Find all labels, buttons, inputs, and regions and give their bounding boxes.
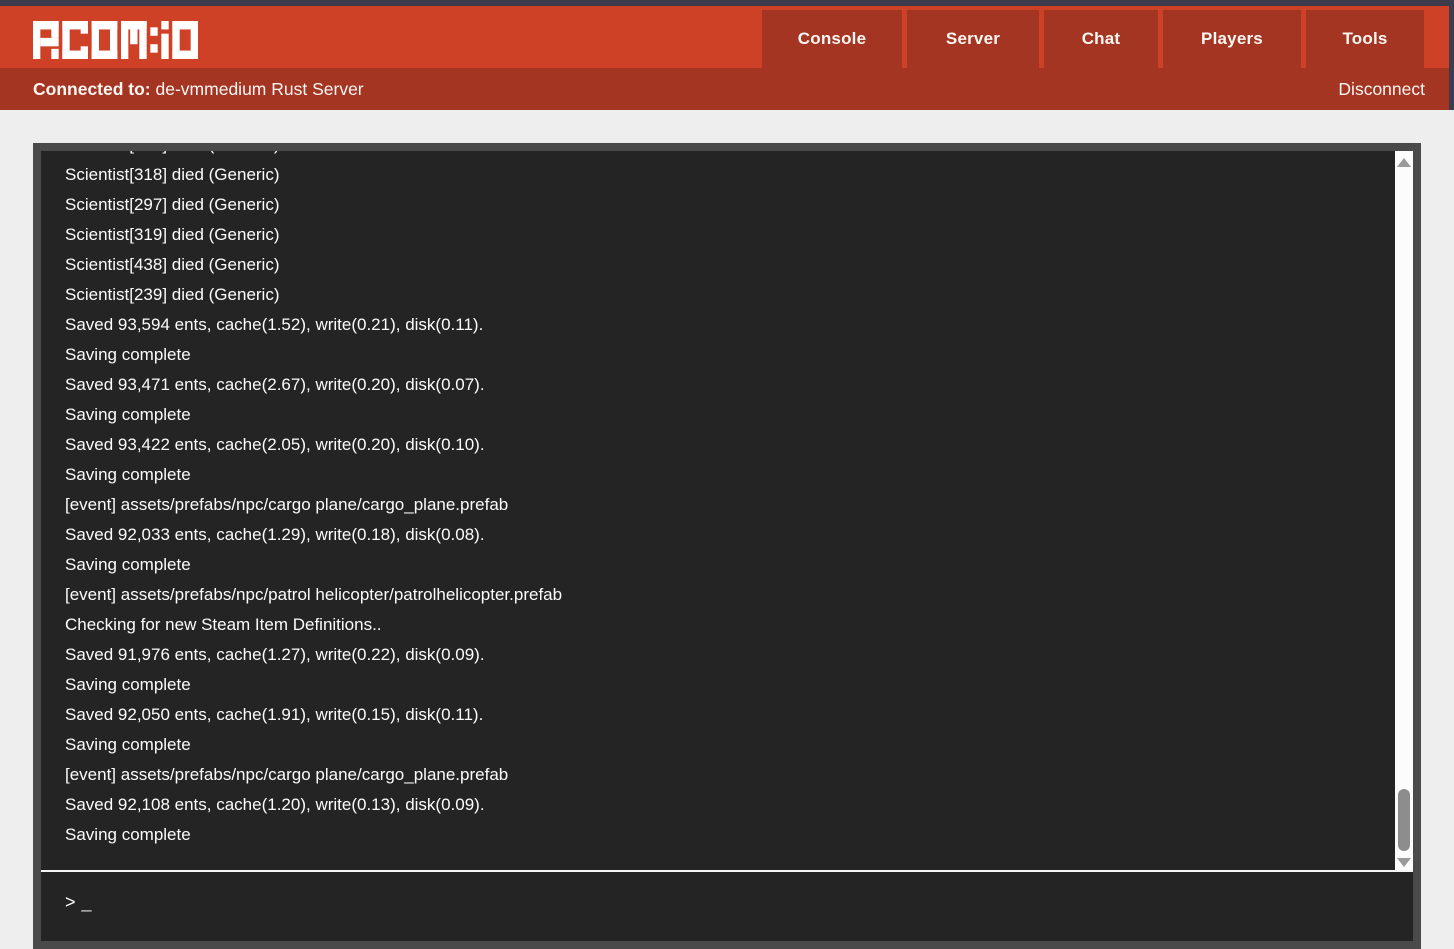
tab-server[interactable]: Server (907, 10, 1039, 68)
scroll-down-icon[interactable] (1397, 858, 1411, 867)
log-line: Saved 93,422 ents, cache(2.05), write(0.… (65, 430, 1367, 460)
log-line: Scientist[224] died (Generic) (65, 151, 1367, 160)
log-line: Saved 93,594 ents, cache(1.52), write(0.… (65, 310, 1367, 340)
log-line: Scientist[438] died (Generic) (65, 250, 1367, 280)
log-line: Saving complete (65, 400, 1367, 430)
log-line: Saved 92,033 ents, cache(1.29), write(0.… (65, 520, 1367, 550)
log-line: Scientist[318] died (Generic) (65, 160, 1367, 190)
log-line: [event] assets/prefabs/npc/cargo plane/c… (65, 760, 1367, 790)
connected-to-label: Connected to: (33, 79, 151, 99)
scroll-up-icon[interactable] (1397, 158, 1411, 167)
console-scrollbar[interactable] (1395, 151, 1413, 870)
server-name: de-vmmedium Rust Server (156, 79, 364, 99)
log-lines: Scientist[224] died (Generic)Scientist[3… (41, 151, 1413, 850)
tab-chat[interactable]: Chat (1044, 10, 1158, 68)
tab-console[interactable]: Console (762, 10, 902, 68)
tab-tools[interactable]: Tools (1306, 10, 1424, 68)
log-line: Scientist[319] died (Generic) (65, 220, 1367, 250)
log-line: Saving complete (65, 730, 1367, 760)
log-line: Saving complete (65, 820, 1367, 850)
command-input[interactable]: > _ (41, 872, 1413, 941)
scrollbar-thumb[interactable] (1398, 789, 1410, 851)
log-line: Saved 92,050 ents, cache(1.91), write(0.… (65, 700, 1367, 730)
log-line: Saving complete (65, 340, 1367, 370)
window-edge-strip (1449, 0, 1454, 110)
log-line: Scientist[297] died (Generic) (65, 190, 1367, 220)
rconio-logo (33, 21, 198, 59)
log-line: Checking for new Steam Item Definitions.… (65, 610, 1367, 640)
log-line: Saved 93,471 ents, cache(2.67), write(0.… (65, 370, 1367, 400)
disconnect-link[interactable]: Disconnect (1338, 79, 1425, 100)
connected-to-text: Connected to: de-vmmedium Rust Server (33, 79, 364, 100)
header-bar: Console Server Chat Players Tools (0, 6, 1449, 68)
log-line: Saving complete (65, 460, 1367, 490)
log-line: Scientist[239] died (Generic) (65, 280, 1367, 310)
log-line: [event] assets/prefabs/npc/patrol helico… (65, 580, 1367, 610)
window-top-strip (0, 0, 1454, 6)
log-line: Saving complete (65, 550, 1367, 580)
log-line: Saved 92,108 ents, cache(1.20), write(0.… (65, 790, 1367, 820)
connection-bar: Connected to: de-vmmedium Rust Server Di… (0, 68, 1454, 110)
main-nav: Console Server Chat Players Tools (757, 10, 1424, 68)
text-cursor: _ (82, 892, 92, 912)
console-log-area: Scientist[224] died (Generic)Scientist[3… (41, 151, 1413, 870)
console-panel: Scientist[224] died (Generic)Scientist[3… (33, 143, 1421, 949)
log-line: [event] assets/prefabs/npc/cargo plane/c… (65, 490, 1367, 520)
tab-players[interactable]: Players (1163, 10, 1301, 68)
log-line: Saved 91,976 ents, cache(1.27), write(0.… (65, 640, 1367, 670)
console-inner: Scientist[224] died (Generic)Scientist[3… (41, 151, 1413, 941)
command-prompt: > (65, 892, 76, 912)
log-line: Saving complete (65, 670, 1367, 700)
